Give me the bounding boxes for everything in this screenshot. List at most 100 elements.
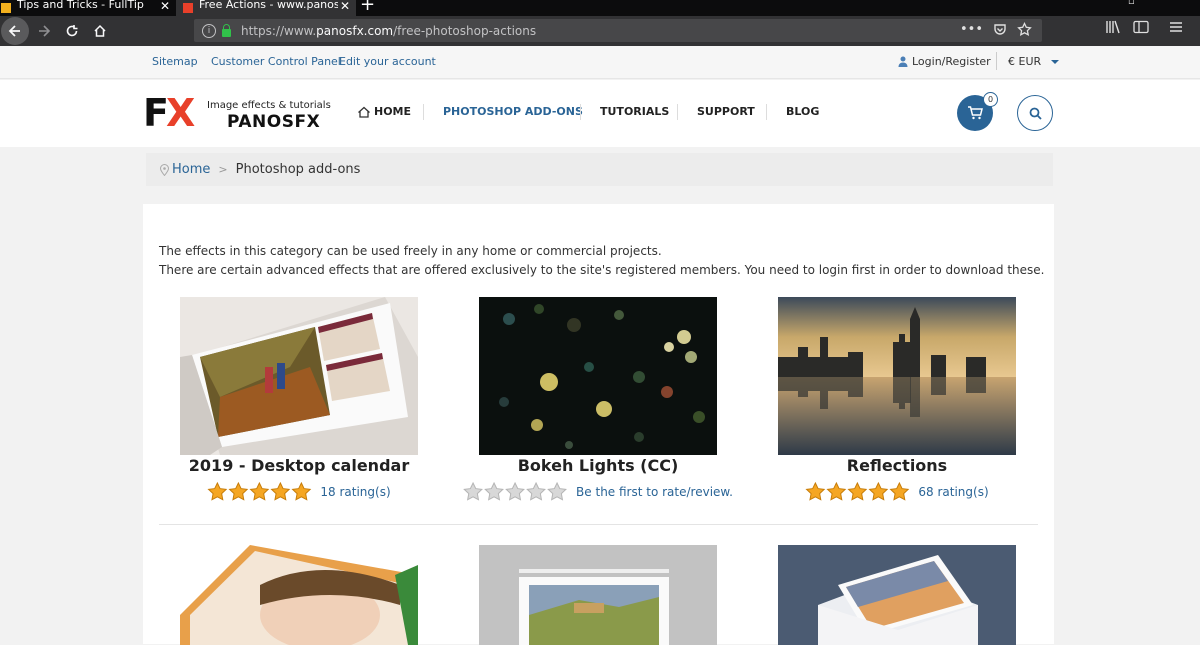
divider xyxy=(996,52,997,70)
breadcrumb-current: Photoshop add-ons xyxy=(235,162,361,177)
browser-right-tools xyxy=(1105,20,1183,38)
product-title[interactable]: Bokeh Lights (CC) xyxy=(518,456,679,475)
login-register-label: Login/Register xyxy=(912,55,991,68)
star-rating xyxy=(207,482,312,501)
star-empty-icon[interactable] xyxy=(484,482,504,501)
star-filled-icon[interactable] xyxy=(847,482,868,501)
browser-tab-active[interactable]: Free Actions - www.panosfx.com ✕ xyxy=(176,0,356,16)
location-pin-icon xyxy=(160,163,169,176)
tab-close-icon[interactable]: ✕ xyxy=(158,0,172,13)
page-actions-icon[interactable]: ••• xyxy=(960,22,983,41)
category-intro: The effects in this category can be used… xyxy=(159,242,1044,280)
breadcrumb: Home > Photoshop add-ons xyxy=(146,153,1053,186)
product-rating[interactable]: Be the first to rate/review. xyxy=(463,482,733,501)
reload-button[interactable] xyxy=(58,17,86,45)
forward-button[interactable] xyxy=(30,17,58,45)
edit-account-link[interactable]: Edit your account xyxy=(339,55,436,68)
product-thumbnail-reflections[interactable] xyxy=(778,297,1016,455)
star-filled-icon[interactable] xyxy=(207,482,228,501)
favicon-icon xyxy=(1,3,11,13)
product-title[interactable]: 2019 - Desktop calendar xyxy=(189,456,409,475)
nav-divider xyxy=(423,104,424,120)
star-filled-icon[interactable] xyxy=(228,482,249,501)
tab-close-icon[interactable]: ✕ xyxy=(338,0,352,13)
library-icon[interactable] xyxy=(1105,20,1121,38)
product-rating[interactable]: 68 rating(s) xyxy=(805,482,989,501)
currency-select[interactable]: € EUR xyxy=(1008,55,1059,68)
caret-down-icon xyxy=(1050,60,1059,64)
intro-line: There are certain advanced effects that … xyxy=(159,263,1045,277)
star-filled-icon[interactable] xyxy=(826,482,847,501)
back-button[interactable] xyxy=(1,17,30,45)
maximize-icon[interactable]: ▫ xyxy=(1128,0,1135,7)
home-icon xyxy=(94,24,106,37)
nav-blog[interactable]: BLOG xyxy=(786,105,819,118)
product-rating[interactable]: 18 rating(s) xyxy=(207,482,391,501)
menu-icon[interactable] xyxy=(1169,20,1183,38)
intro-line: The effects in this category can be used… xyxy=(159,244,662,258)
nav-divider xyxy=(580,104,581,120)
browser-tab-bar: Tips and Tricks - FullTip ✕ Free Actions… xyxy=(0,0,1200,16)
site-info-icon[interactable]: i xyxy=(202,23,216,38)
nav-support[interactable]: SUPPORT xyxy=(697,105,755,118)
home-button[interactable] xyxy=(86,17,114,45)
star-filled-icon[interactable] xyxy=(270,482,291,501)
browser-tab[interactable]: Tips and Tricks - FullTip ✕ xyxy=(0,0,176,16)
search-icon xyxy=(1029,107,1042,120)
search-button[interactable] xyxy=(1017,95,1053,131)
rating-count[interactable]: 18 rating(s) xyxy=(320,485,390,499)
product-thumbnail-calendar[interactable] xyxy=(180,297,418,455)
rating-count[interactable]: Be the first to rate/review. xyxy=(576,485,733,499)
nav-divider xyxy=(677,104,678,120)
back-arrow-icon xyxy=(1,17,29,45)
site-header: FX Image effects & tutorials PANOSFX HOM… xyxy=(0,80,1200,147)
star-filled-icon[interactable] xyxy=(805,482,826,501)
bookmark-star-icon[interactable] xyxy=(1017,21,1032,41)
breadcrumb-separator: > xyxy=(218,163,228,176)
customer-control-panel-link[interactable]: Customer Control Panel xyxy=(211,55,341,68)
star-filled-icon[interactable] xyxy=(249,482,270,501)
rating-count[interactable]: 68 rating(s) xyxy=(918,485,988,499)
star-empty-icon[interactable] xyxy=(526,482,546,501)
url-text[interactable]: https://www.panosfx.com/free-photoshop-a… xyxy=(241,24,536,38)
row-divider xyxy=(159,524,1038,525)
login-register-link[interactable]: Login/Register xyxy=(898,55,991,68)
nav-home[interactable]: HOME xyxy=(357,105,411,118)
star-rating xyxy=(463,482,568,501)
product-title[interactable]: Reflections xyxy=(847,456,947,475)
star-filled-icon[interactable] xyxy=(868,482,889,501)
cart-icon xyxy=(968,106,983,120)
nav-divider xyxy=(766,104,767,120)
logo-tagline: Image effects & tutorials xyxy=(207,100,331,111)
star-filled-icon[interactable] xyxy=(291,482,312,501)
product-thumbnail-row2-2[interactable] xyxy=(479,545,717,645)
star-rating xyxy=(805,482,910,501)
product-thumbnail-bokeh[interactable] xyxy=(479,297,717,455)
product-thumbnail-row2-3[interactable] xyxy=(778,545,1016,645)
star-empty-icon[interactable] xyxy=(463,482,483,501)
nav-tutorials[interactable]: TUTORIALS xyxy=(600,105,669,118)
utility-bar: Sitemap Customer Control Panel Edit your… xyxy=(0,46,1200,79)
sidebar-icon[interactable] xyxy=(1133,20,1149,38)
product-thumbnail-row2-1[interactable] xyxy=(180,545,418,645)
pocket-icon[interactable] xyxy=(993,22,1007,41)
tab-title: Free Actions - www.panosfx.com xyxy=(199,0,338,11)
star-empty-icon[interactable] xyxy=(547,482,567,501)
new-tab-button[interactable]: + xyxy=(360,0,375,15)
star-empty-icon[interactable] xyxy=(505,482,525,501)
reload-icon xyxy=(66,25,78,37)
nav-photoshop-addons[interactable]: PHOTOSHOP ADD-ONS xyxy=(443,105,583,118)
cart-count-badge: 0 xyxy=(983,92,998,107)
site-logo[interactable]: FX Image effects & tutorials PANOSFX xyxy=(143,91,331,135)
address-bar[interactable]: i https://www.panosfx.com/free-photoshop… xyxy=(194,19,1042,42)
logo-mark: FX xyxy=(143,91,195,135)
breadcrumb-home-link[interactable]: Home xyxy=(172,162,210,177)
forward-arrow-icon xyxy=(39,25,51,37)
tab-title: Tips and Tricks - FullTip xyxy=(17,0,144,11)
star-filled-icon[interactable] xyxy=(889,482,910,501)
sitemap-link[interactable]: Sitemap xyxy=(152,55,198,68)
logo-name: PANOSFX xyxy=(227,112,321,132)
lock-icon xyxy=(222,23,231,37)
user-icon xyxy=(898,56,908,67)
main-content: The effects in this category can be used… xyxy=(143,204,1054,645)
